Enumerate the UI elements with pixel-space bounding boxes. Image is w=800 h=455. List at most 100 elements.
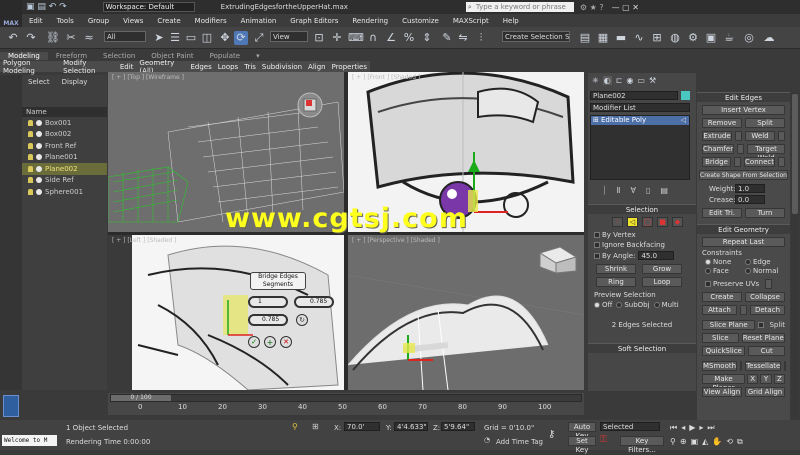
viewport-label-left[interactable]: [ + ] [Left ] [Shaded ] (112, 237, 176, 244)
ribbon-polygon-modeling[interactable]: Polygon Modeling (0, 59, 60, 75)
motion-tab-icon[interactable]: ◉ (626, 76, 633, 85)
planar-y-button[interactable]: Y (760, 374, 772, 384)
scale-icon[interactable]: ⤢ (252, 31, 266, 45)
configure-sets-icon[interactable]: ▤ (660, 186, 668, 196)
border-level-icon[interactable]: ◯ (642, 217, 653, 227)
toggle-scene-explorer-icon[interactable]: ▤ (578, 31, 592, 45)
caddy-cancel-icon[interactable]: ✕ (280, 336, 292, 348)
unlink-icon[interactable]: ✂ (64, 31, 78, 45)
menu-animation[interactable]: Animation (241, 17, 277, 25)
constraint-edge-option[interactable]: Edge (745, 258, 771, 266)
crease-field[interactable]: 0.0 (735, 195, 765, 204)
angle-snap-icon[interactable]: ∠ (384, 31, 398, 45)
planar-x-button[interactable]: X (747, 374, 759, 384)
preserve-uvs-option[interactable]: Preserve UVs (705, 279, 790, 289)
zoom-all-icon[interactable]: ⊕ (680, 437, 687, 447)
vertex-level-icon[interactable]: ⁘ (612, 217, 623, 227)
add-time-tag[interactable]: Add Time Tag (496, 438, 543, 446)
show-end-result-icon[interactable]: Ⅱ (617, 186, 621, 196)
menu-tools[interactable]: Tools (57, 17, 74, 25)
bind-spacewarp-icon[interactable]: ≈ (82, 31, 96, 45)
remove-modifier-icon[interactable]: ▯ (646, 186, 650, 196)
light-bulb-icon[interactable] (28, 188, 33, 195)
extrude-settings-button[interactable] (735, 131, 742, 141)
object-name-field[interactable]: Plane002 (590, 91, 678, 100)
ribbon-properties[interactable]: Properties (329, 63, 370, 71)
z-coordinate-field[interactable]: 5'9.64" (441, 422, 475, 431)
insert-vertex-button[interactable]: Insert Vertex (702, 105, 785, 115)
repeat-last-button[interactable]: Repeat Last (702, 237, 785, 247)
light-bulb-icon[interactable] (28, 131, 33, 138)
caddy-ok-icon[interactable]: ✓ (248, 336, 260, 348)
scrollbar-thumb[interactable] (792, 94, 798, 214)
split-checkbox[interactable] (758, 322, 765, 328)
create-tab-icon[interactable]: ✳ (592, 76, 599, 85)
turn-button[interactable]: Turn (745, 208, 785, 218)
viewport-perspective[interactable]: [ + ] [Perspective ] [Shaded ] (348, 235, 584, 390)
preserve-uvs-checkbox[interactable] (705, 281, 711, 287)
scene-item-front-ref[interactable]: Front Ref (22, 140, 107, 152)
by-angle-checkbox[interactable] (594, 252, 600, 259)
menu-modifiers[interactable]: Modifiers (195, 17, 227, 25)
tessellate-button[interactable]: Tessellate (745, 361, 782, 371)
key-icon[interactable]: ⚷ (548, 429, 555, 440)
tab-populate[interactable]: Populate (202, 52, 248, 60)
selection-filter-dropdown[interactable]: All (104, 31, 146, 42)
schematic-view-icon[interactable]: ⊞ (650, 31, 664, 45)
menu-edit[interactable]: Edit (29, 17, 43, 25)
make-planar-button[interactable]: Make Planar (702, 374, 746, 392)
bias-field[interactable]: 0.785 (248, 314, 288, 326)
viewport-label-front[interactable]: [ + ] [Front ] [Shaded ] (352, 74, 420, 81)
next-frame-icon[interactable]: ▸ (699, 423, 703, 433)
attach-settings-button[interactable] (740, 305, 747, 315)
render-setup-icon[interactable]: ⚙ (686, 31, 700, 45)
attach-button[interactable]: Attach (702, 305, 737, 315)
menu-graph-editors[interactable]: Graph Editors (290, 17, 338, 25)
tessellate-settings-button[interactable] (784, 361, 787, 371)
angle-field[interactable]: 45.0 (638, 251, 675, 260)
frame-ruler[interactable]: 0 10 20 30 40 50 60 70 80 90 100 (138, 403, 558, 414)
window-crossing-icon[interactable]: ◫ (200, 31, 214, 45)
hierarchy-tab-icon[interactable]: ⊏ (616, 76, 623, 85)
workspace-dropdown[interactable]: Workspace: Default (102, 2, 195, 12)
ribbon-align[interactable]: Align (305, 63, 329, 71)
msmooth-settings-button[interactable] (740, 361, 743, 371)
scene-item-side-ref[interactable]: Side Ref (22, 175, 107, 187)
y-coordinate-field[interactable]: 4'4.633" (394, 422, 428, 431)
segments-field[interactable]: 1 (248, 296, 288, 308)
scene-item-sphere001[interactable]: Sphere001 (22, 186, 107, 198)
pin-stack-icon[interactable]: ⏐ (602, 186, 607, 196)
quick-access-icons[interactable]: ▣ ▤ ↶ ↷ (26, 2, 67, 12)
menu-views[interactable]: Views (123, 17, 143, 25)
align-icon[interactable]: ⫶ (474, 31, 488, 45)
maximize-viewport-icon[interactable]: ⧉ (737, 437, 743, 447)
help-icons[interactable]: ⚙ ★ ? (580, 3, 604, 12)
soft-selection-rollout-header[interactable]: Soft Selection (588, 343, 696, 353)
expand-icon[interactable]: ⊞ (593, 116, 599, 125)
toggle-ribbon-icon[interactable]: ▬ (614, 31, 628, 45)
modifier-list-dropdown[interactable]: Modifier List (590, 103, 690, 112)
menu-group[interactable]: Group (88, 17, 109, 25)
remove-button[interactable]: Remove (702, 118, 742, 128)
lock-selection-icon[interactable]: ⚲ (292, 422, 298, 431)
slice-button[interactable]: Slice (702, 333, 739, 343)
ribbon-tris[interactable]: Tris (241, 63, 259, 71)
layer-explorer-icon[interactable]: ▦ (596, 31, 610, 45)
field-of-view-icon[interactable]: ◭ (702, 437, 708, 447)
loop-button[interactable]: Loop (642, 277, 682, 287)
bridge-settings-button[interactable] (734, 157, 742, 167)
viewport-layout-tab-icon[interactable] (3, 395, 19, 417)
render-activeshade-icon[interactable]: ☁ (762, 31, 776, 45)
zoom-extents-icon[interactable]: ▣ (691, 437, 699, 447)
menu-rendering[interactable]: Rendering (352, 17, 388, 25)
make-unique-icon[interactable]: ∀ (630, 186, 635, 196)
ignore-backfacing-checkbox[interactable] (594, 242, 600, 248)
shrink-button[interactable]: Shrink (596, 264, 636, 274)
weld-button[interactable]: Weld (745, 131, 775, 141)
time-slider-thumb[interactable]: 0 / 100 (111, 395, 171, 401)
set-key-icon[interactable]: ⚿ (600, 435, 607, 445)
key-filters-button[interactable]: Key Filters... (620, 436, 664, 454)
x-coordinate-field[interactable]: 70.0' (344, 422, 380, 431)
modify-tab-icon[interactable]: ◐ (602, 75, 612, 85)
ribbon-loops[interactable]: Loops (215, 63, 241, 71)
